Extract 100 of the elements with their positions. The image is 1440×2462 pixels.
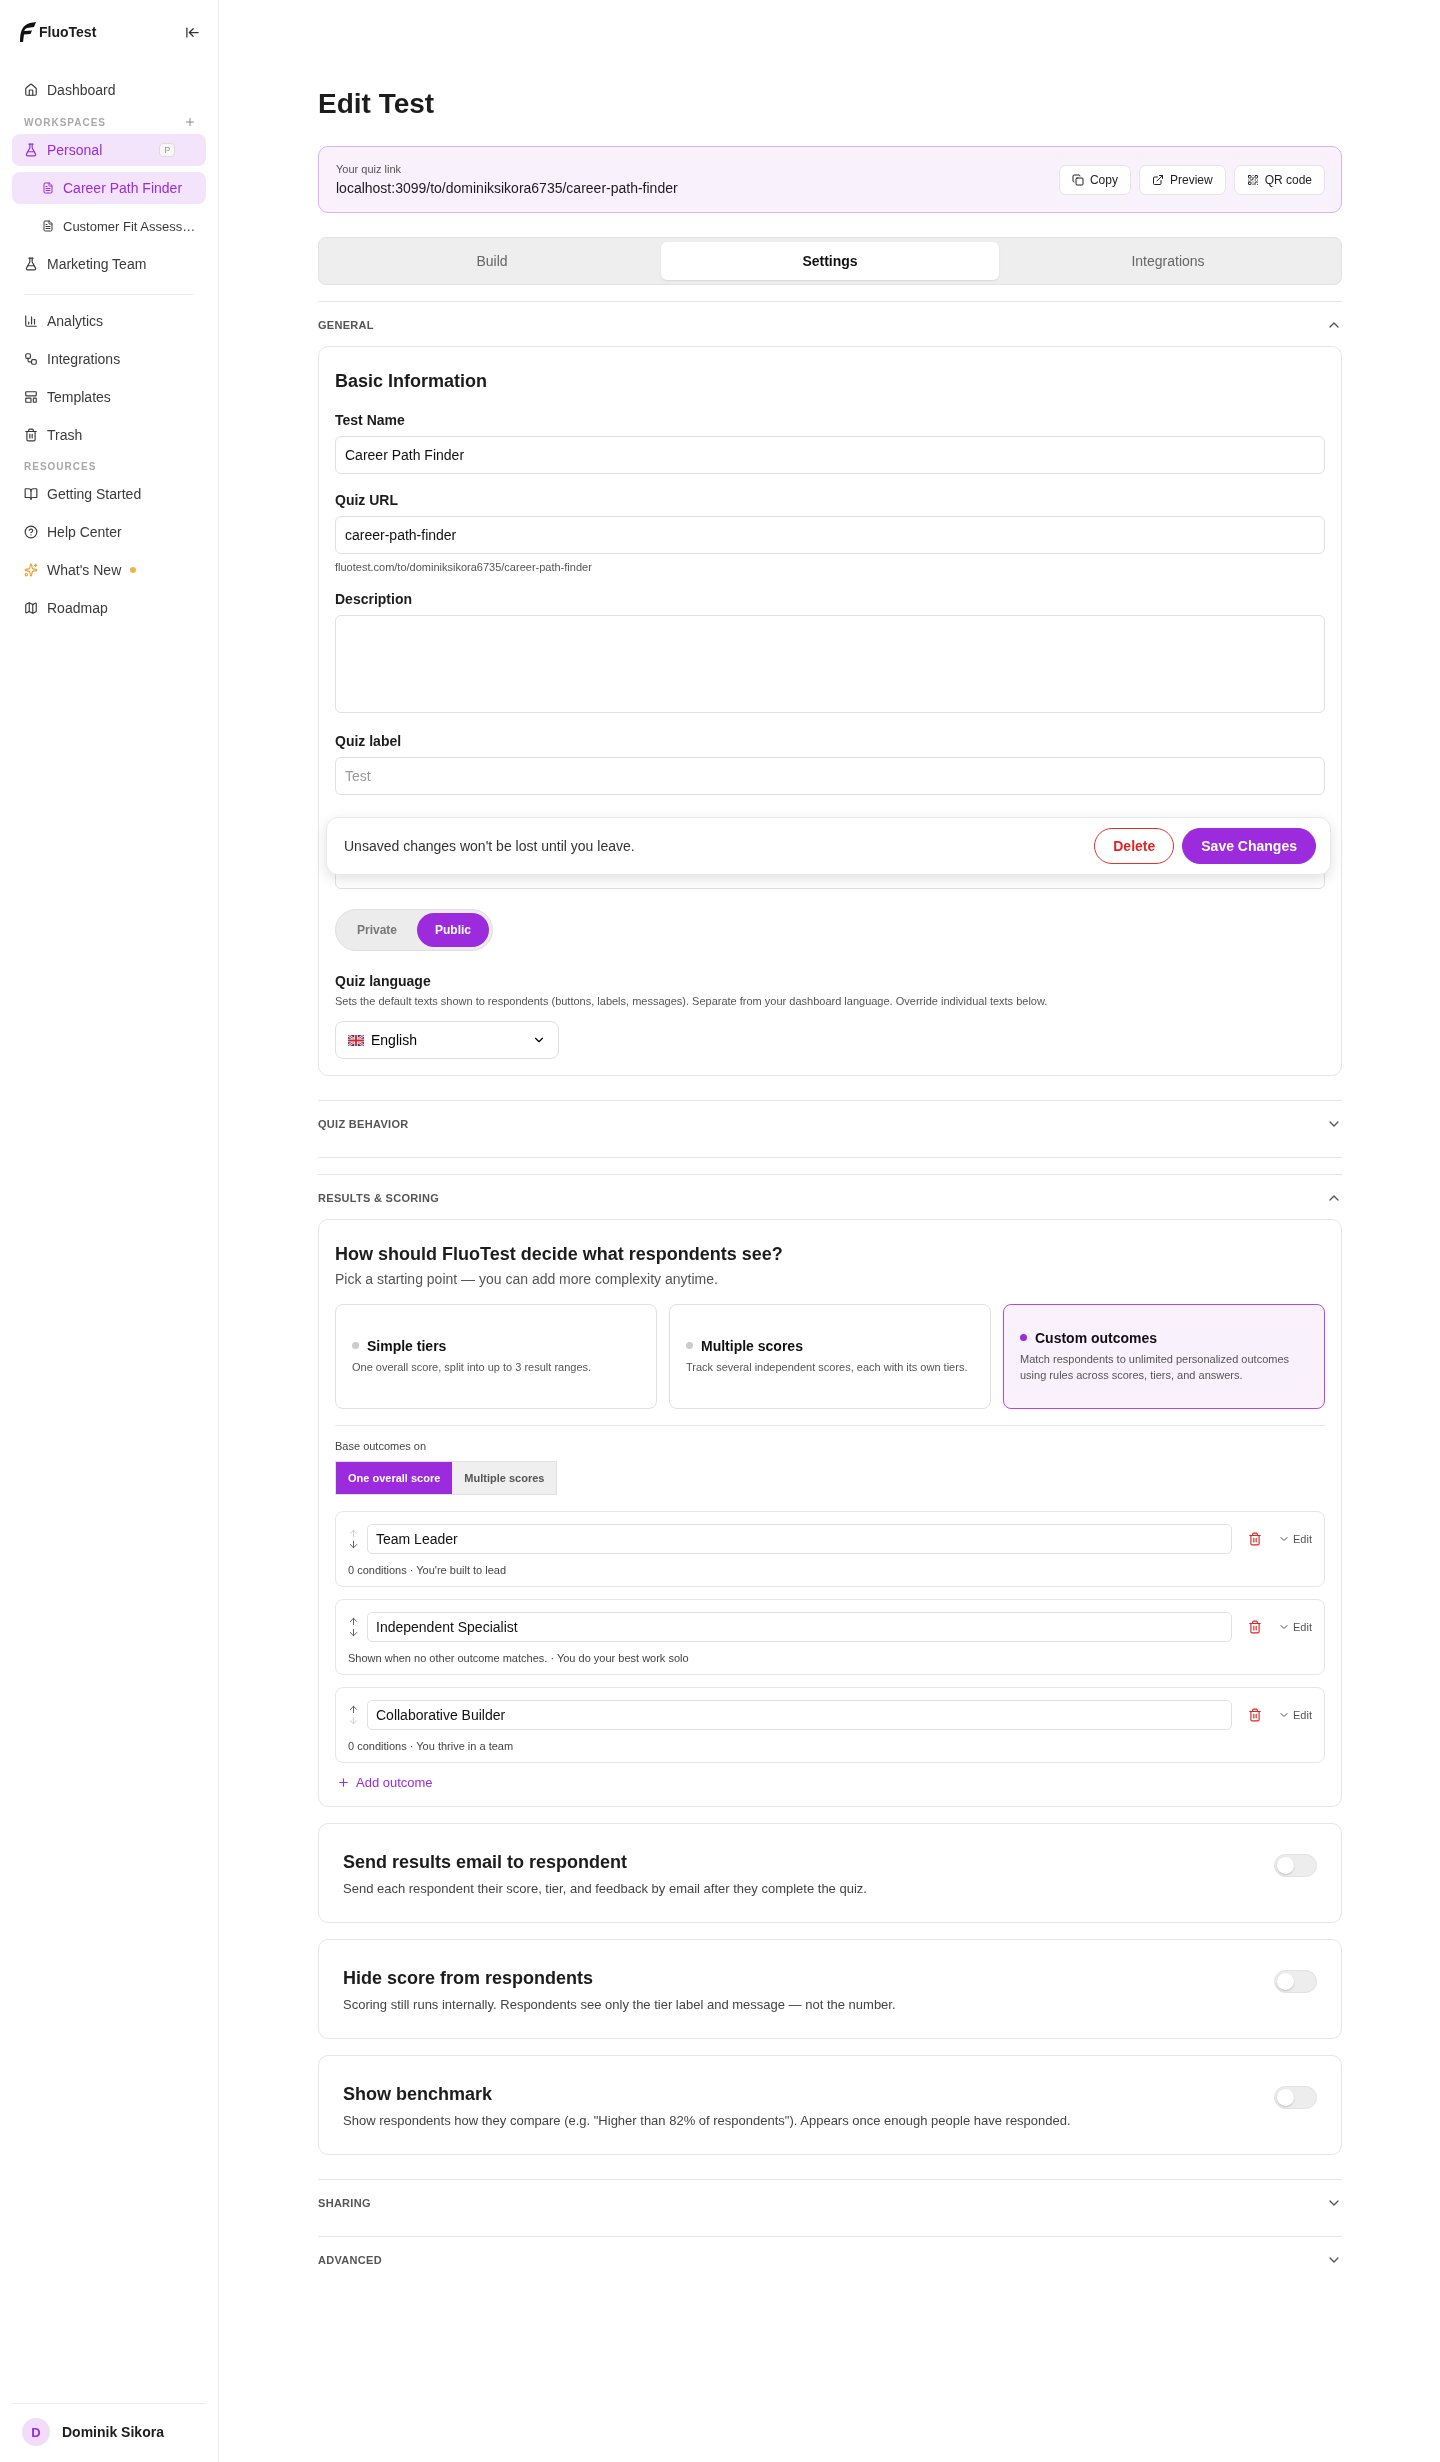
section-header[interactable]: ADVANCED bbox=[318, 2237, 1342, 2281]
user-name: Dominik Sikora bbox=[62, 2424, 164, 2440]
plus-icon bbox=[337, 1776, 350, 1789]
setting-description: Show respondents how they compare (e.g. "Higher than 82% of respondents"). Appears once enough people have responded. bbox=[343, 2113, 1071, 2128]
tab[interactable]: Integrations bbox=[999, 242, 1337, 280]
toggle-switch[interactable] bbox=[1274, 1853, 1317, 1877]
mode-description: Match respondents to unlimited personalized outcomes using rules across scores, tiers, and answers. bbox=[1020, 1351, 1291, 1383]
sidebar-item[interactable]: Help Center bbox=[12, 516, 206, 548]
outcome-name-field[interactable]: Team Leader bbox=[367, 1524, 1233, 1554]
add-outcome-link[interactable]: Add outcome bbox=[335, 1775, 433, 1790]
add-icon[interactable] bbox=[184, 116, 196, 128]
radio-dot bbox=[352, 1342, 359, 1350]
copy-icon bbox=[1071, 173, 1084, 186]
section-header[interactable]: SHARING bbox=[318, 2180, 1342, 2224]
trash-icon bbox=[24, 428, 38, 442]
logo-icon bbox=[18, 22, 36, 42]
outcome-name-field[interactable]: Independent Specialist bbox=[367, 1612, 1233, 1642]
mode-title: Custom outcomes bbox=[1035, 1329, 1158, 1346]
link-action-button[interactable]: QR code bbox=[1233, 164, 1325, 195]
workspace-badge: P bbox=[159, 143, 176, 157]
visibility-option[interactable]: Private bbox=[339, 913, 416, 947]
tab[interactable]: Build bbox=[323, 242, 661, 280]
card-subtitle: Pick a starting point — you can add more complexity anytime. bbox=[335, 1271, 719, 1287]
segment-option[interactable]: One overall score bbox=[336, 1462, 453, 1494]
tab[interactable]: Settings bbox=[661, 242, 999, 280]
section-header[interactable]: RESULTS & SCORING bbox=[318, 1175, 1342, 1219]
delete-icon[interactable] bbox=[1248, 1708, 1263, 1722]
move-down-icon[interactable] bbox=[348, 1627, 359, 1638]
document-icon bbox=[42, 220, 54, 232]
delete-icon[interactable] bbox=[1248, 1620, 1263, 1634]
map-icon bbox=[24, 601, 38, 615]
move-up-icon[interactable] bbox=[348, 1704, 359, 1715]
document-icon bbox=[42, 182, 54, 194]
home-icon bbox=[24, 83, 38, 97]
workspace-item[interactable]: Personal P bbox=[12, 134, 206, 166]
link-action-button[interactable]: Copy bbox=[1058, 164, 1131, 195]
section-header[interactable]: QUIZ BEHAVIOR bbox=[318, 1101, 1342, 1145]
setting-title: Hide score from respondents bbox=[343, 1968, 595, 1989]
mode-card[interactable]: Multiple scores Track several independent scores, each with its own tiers. bbox=[669, 1304, 991, 1409]
setting-title: Show benchmark bbox=[343, 2084, 494, 2105]
workflow-icon bbox=[24, 352, 38, 366]
sidebar-item[interactable]: Integrations bbox=[12, 343, 206, 375]
mode-description: One overall score, split into up to 3 result ranges. bbox=[352, 1359, 593, 1375]
input-field[interactable]: Test bbox=[335, 757, 1325, 795]
qr-code-icon bbox=[1246, 173, 1259, 186]
language-select[interactable]: English bbox=[335, 1021, 559, 1059]
mode-card[interactable]: Custom outcomes Match respondents to unlimited personalized outcomes using rules across scores, tiers, and answers. bbox=[1003, 1304, 1325, 1409]
field-label: Test Name bbox=[335, 412, 406, 428]
toggle-switch[interactable] bbox=[1274, 2085, 1317, 2109]
flask-icon bbox=[24, 257, 38, 271]
edit-button[interactable]: Edit bbox=[1270, 1709, 1312, 1721]
card-title: Basic Information bbox=[335, 371, 489, 392]
sidebar-item[interactable]: Templates bbox=[12, 381, 206, 413]
outcome-name-field[interactable]: Collaborative Builder bbox=[367, 1700, 1233, 1730]
mode-title: Multiple scores bbox=[701, 1337, 803, 1354]
mode-title: Simple tiers bbox=[367, 1337, 447, 1354]
book-icon bbox=[24, 487, 38, 501]
field-label: Quiz label bbox=[335, 733, 403, 749]
flag-icon bbox=[348, 1034, 364, 1046]
mode-description: Track several independent scores, each with its own tiers. bbox=[686, 1359, 969, 1375]
card-title: How should FluoTest decide what respondents see? bbox=[335, 1244, 784, 1265]
workspace-item[interactable]: Marketing Team bbox=[12, 248, 206, 280]
setting-description: Send each respondent their score, tier, and feedback by email after they complete the quiz. bbox=[343, 1881, 867, 1896]
link-label: Your quiz link bbox=[336, 163, 403, 175]
bar-chart-icon bbox=[24, 314, 38, 328]
sidebar-item[interactable]: Trash bbox=[12, 419, 206, 451]
field-label: Quiz language bbox=[335, 973, 432, 989]
sparkles-icon bbox=[24, 563, 38, 577]
save-button[interactable]: Save Changes bbox=[1182, 828, 1316, 864]
section-header[interactable]: GENERAL bbox=[318, 302, 1342, 346]
sidebar-item[interactable]: What's New bbox=[12, 554, 206, 586]
delete-button[interactable]: Delete bbox=[1094, 828, 1175, 864]
input-field[interactable]: career-path-finder bbox=[335, 516, 1325, 554]
outcome-summary: 0 conditions · You're built to lead bbox=[348, 1564, 508, 1576]
segment-option[interactable]: Multiple scores bbox=[452, 1462, 557, 1494]
outcome-summary: 0 conditions · You thrive in a team bbox=[348, 1740, 515, 1752]
quiz-url: localhost:3099/to/dominiksikora6735/career-path-finder bbox=[336, 180, 678, 196]
mode-card[interactable]: Simple tiers One overall score, split into up to 3 result ranges. bbox=[335, 1304, 657, 1409]
move-down-icon[interactable] bbox=[348, 1539, 359, 1550]
edit-button[interactable]: Edit bbox=[1270, 1533, 1312, 1545]
sidebar-item[interactable]: Dashboard bbox=[12, 74, 206, 106]
link-action-button[interactable]: Preview bbox=[1138, 164, 1226, 195]
help-icon bbox=[24, 525, 38, 539]
toggle-switch[interactable] bbox=[1274, 1969, 1317, 1993]
field-description: Sets the default texts shown to respondents (buttons, labels, messages). Separate from your dashboard language. Override individual texts below. bbox=[335, 995, 1049, 1007]
sidebar-item[interactable]: Analytics bbox=[12, 305, 206, 337]
test-item[interactable]: Career Path Finder bbox=[12, 172, 206, 204]
visibility-option[interactable]: Public bbox=[417, 913, 490, 947]
brand-name: FluoTest bbox=[39, 24, 97, 40]
sidebar-item[interactable]: Getting Started bbox=[12, 478, 206, 510]
sidebar-item[interactable]: Roadmap bbox=[12, 592, 206, 624]
test-item[interactable]: Customer Fit Assess… bbox=[12, 210, 206, 242]
toast-message: Unsaved changes won't be lost until you leave. bbox=[344, 838, 635, 854]
edit-button[interactable]: Edit bbox=[1270, 1621, 1312, 1633]
input-field[interactable]: Career Path Finder bbox=[335, 436, 1325, 474]
move-up-icon[interactable] bbox=[348, 1616, 359, 1627]
setting-title: Send results email to respondent bbox=[343, 1852, 629, 1873]
section-label: WORKSPACES bbox=[24, 116, 107, 128]
setting-description: Scoring still runs internally. Respondents see only the tier label and message — not the number. bbox=[343, 1997, 896, 2012]
delete-icon[interactable] bbox=[1248, 1532, 1263, 1546]
